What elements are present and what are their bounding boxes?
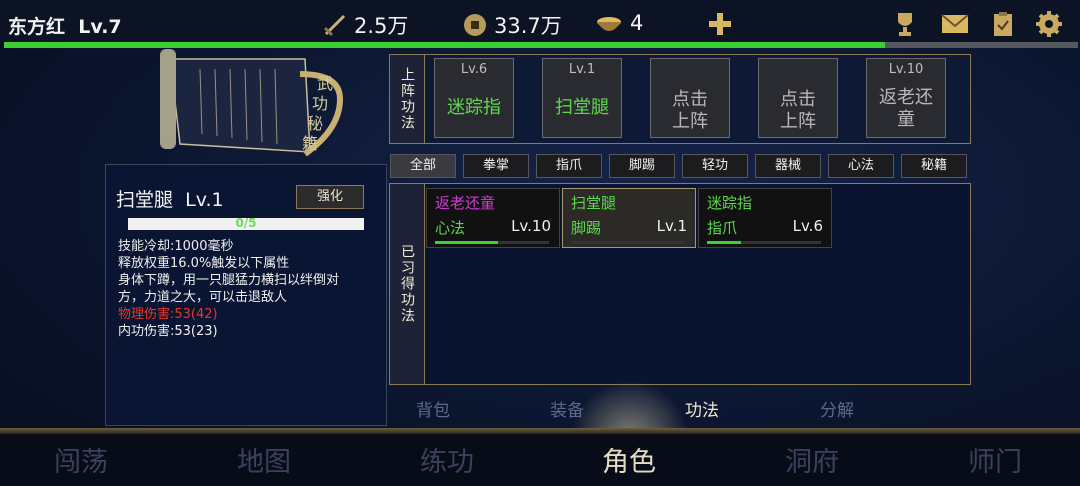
slot-level: Lv.10 <box>888 62 924 77</box>
learned-skill-category: 指爪 <box>707 219 738 237</box>
nav-training[interactable]: 练功 <box>420 440 474 479</box>
internal-damage-line: 内功伤害:53(23) <box>118 324 218 339</box>
svg-text:功: 功 <box>312 94 328 113</box>
skill-level: Lv.1 <box>185 189 224 211</box>
skill-progress-text: 0/5 <box>235 216 257 230</box>
learned-skill-progress <box>707 241 821 244</box>
slot-skill-name: 迷踪指 <box>447 97 501 118</box>
slot-empty-text: 点击 上阵 <box>672 89 708 132</box>
tab-finger-claw[interactable]: 指爪 <box>536 154 602 178</box>
slot-empty-text: 点击 上阵 <box>780 89 816 132</box>
slot-level: Lv.1 <box>568 62 596 77</box>
equipped-label: 上阵功法 <box>390 55 425 143</box>
equipped-slot-2[interactable]: Lv.1 扫堂腿 <box>542 58 622 138</box>
learned-skills-panel: 已习得功法 返老还童 心法 Lv.10 扫堂腿 脚踢 Lv.1 迷踪指 指爪 L… <box>389 183 971 385</box>
nav-map[interactable]: 地图 <box>237 440 291 479</box>
skill-progress-bar: 0/5 <box>128 216 364 230</box>
power-value: 2.5万 <box>354 14 409 38</box>
tab-lightness[interactable]: 轻功 <box>682 154 748 178</box>
scroll-title-char-1: 武 <box>317 74 333 93</box>
tab-all[interactable]: 全部 <box>390 154 456 178</box>
equipped-slot-5[interactable]: Lv.10 返老还 童 <box>866 58 946 138</box>
bowl-icon <box>597 17 621 31</box>
bottom-nav <box>0 434 1080 486</box>
nav-character[interactable]: 角色 <box>602 440 656 479</box>
skill-name: 扫堂腿 <box>116 189 174 211</box>
learned-skill-name: 返老还童 <box>435 194 496 212</box>
equipped-slot-1[interactable]: Lv.6 迷踪指 <box>434 58 514 138</box>
player-level: Lv.7 <box>78 16 122 38</box>
learned-skill-progress <box>571 241 685 244</box>
nav-cave[interactable]: 洞府 <box>785 440 839 479</box>
subnav-decompose[interactable]: 分解 <box>820 396 854 421</box>
subnav-skills[interactable]: 功法 <box>685 396 719 421</box>
subnav-equipment[interactable]: 装备 <box>550 396 584 421</box>
learned-label: 已习得功法 <box>390 184 425 384</box>
player-name: 东方红 <box>8 16 66 38</box>
svg-text:秘: 秘 <box>307 114 323 133</box>
learned-skill-item[interactable]: 返老还童 心法 Lv.10 <box>426 188 560 248</box>
slot-skill-name: 返老还 童 <box>879 87 933 130</box>
tab-secret-manual[interactable]: 秘籍 <box>901 154 967 178</box>
coin-icon <box>464 14 486 36</box>
sword-icon <box>323 14 346 37</box>
learned-skill-name: 迷踪指 <box>707 194 753 212</box>
slot-skill-name: 扫堂腿 <box>555 97 609 118</box>
gear-icon[interactable] <box>1034 10 1064 38</box>
coin-resource: 33.7万 <box>462 10 562 40</box>
mail-icon[interactable] <box>940 10 970 38</box>
slot-level: Lv.6 <box>460 62 488 77</box>
subnav-bag[interactable]: 背包 <box>416 396 450 421</box>
nav-adventure[interactable]: 闯荡 <box>54 440 108 479</box>
learned-skill-item[interactable]: 迷踪指 指爪 Lv.6 <box>698 188 832 248</box>
tab-weapons[interactable]: 器械 <box>755 154 821 178</box>
learned-skill-category: 脚踢 <box>571 219 602 237</box>
skill-title: 扫堂腿 Lv.1 <box>116 185 224 212</box>
nav-sect[interactable]: 师门 <box>968 440 1022 479</box>
learned-skill-category: 心法 <box>435 219 466 237</box>
skill-detail-panel: 扫堂腿 Lv.1 强化 0/5 技能冷却:1000毫秒 释放权重16.0%触发以… <box>105 164 387 426</box>
svg-text:籍: 籍 <box>302 134 318 153</box>
tab-kick[interactable]: 脚踢 <box>609 154 675 178</box>
equipped-slot-3-empty[interactable]: 点击 上阵 <box>650 58 730 138</box>
martial-arts-scroll-image: 武 功 秘 籍 <box>160 49 344 157</box>
tab-mind-method[interactable]: 心法 <box>828 154 894 178</box>
equipped-slot-4-empty[interactable]: 点击 上阵 <box>758 58 838 138</box>
learned-skill-name: 扫堂腿 <box>571 194 617 212</box>
learned-skill-item-selected[interactable]: 扫堂腿 脚踢 Lv.1 <box>562 188 696 248</box>
plus-icon[interactable] <box>706 10 734 38</box>
experience-fill <box>4 42 885 48</box>
trophy-icon[interactable] <box>890 10 920 38</box>
player-info[interactable]: 东方红 Lv.7 <box>8 12 122 39</box>
learned-skill-progress <box>435 241 549 244</box>
enhance-button[interactable]: 强化 <box>296 185 364 209</box>
learned-skill-level: Lv.10 <box>511 217 551 235</box>
learned-skill-level: Lv.1 <box>656 217 687 235</box>
equipped-skills-panel: 上阵功法 Lv.6 迷踪指 Lv.1 扫堂腿 点击 上阵 点击 上阵 Lv.10… <box>389 54 971 144</box>
tab-fist-palm[interactable]: 拳掌 <box>463 154 529 178</box>
bowl-value: 4 <box>630 11 644 35</box>
learned-skill-level: Lv.6 <box>792 217 823 235</box>
clipboard-icon[interactable] <box>988 10 1018 38</box>
power-resource: 2.5万 <box>322 10 408 40</box>
coin-value: 33.7万 <box>494 14 562 38</box>
bowl-resource: 4 <box>594 10 643 36</box>
